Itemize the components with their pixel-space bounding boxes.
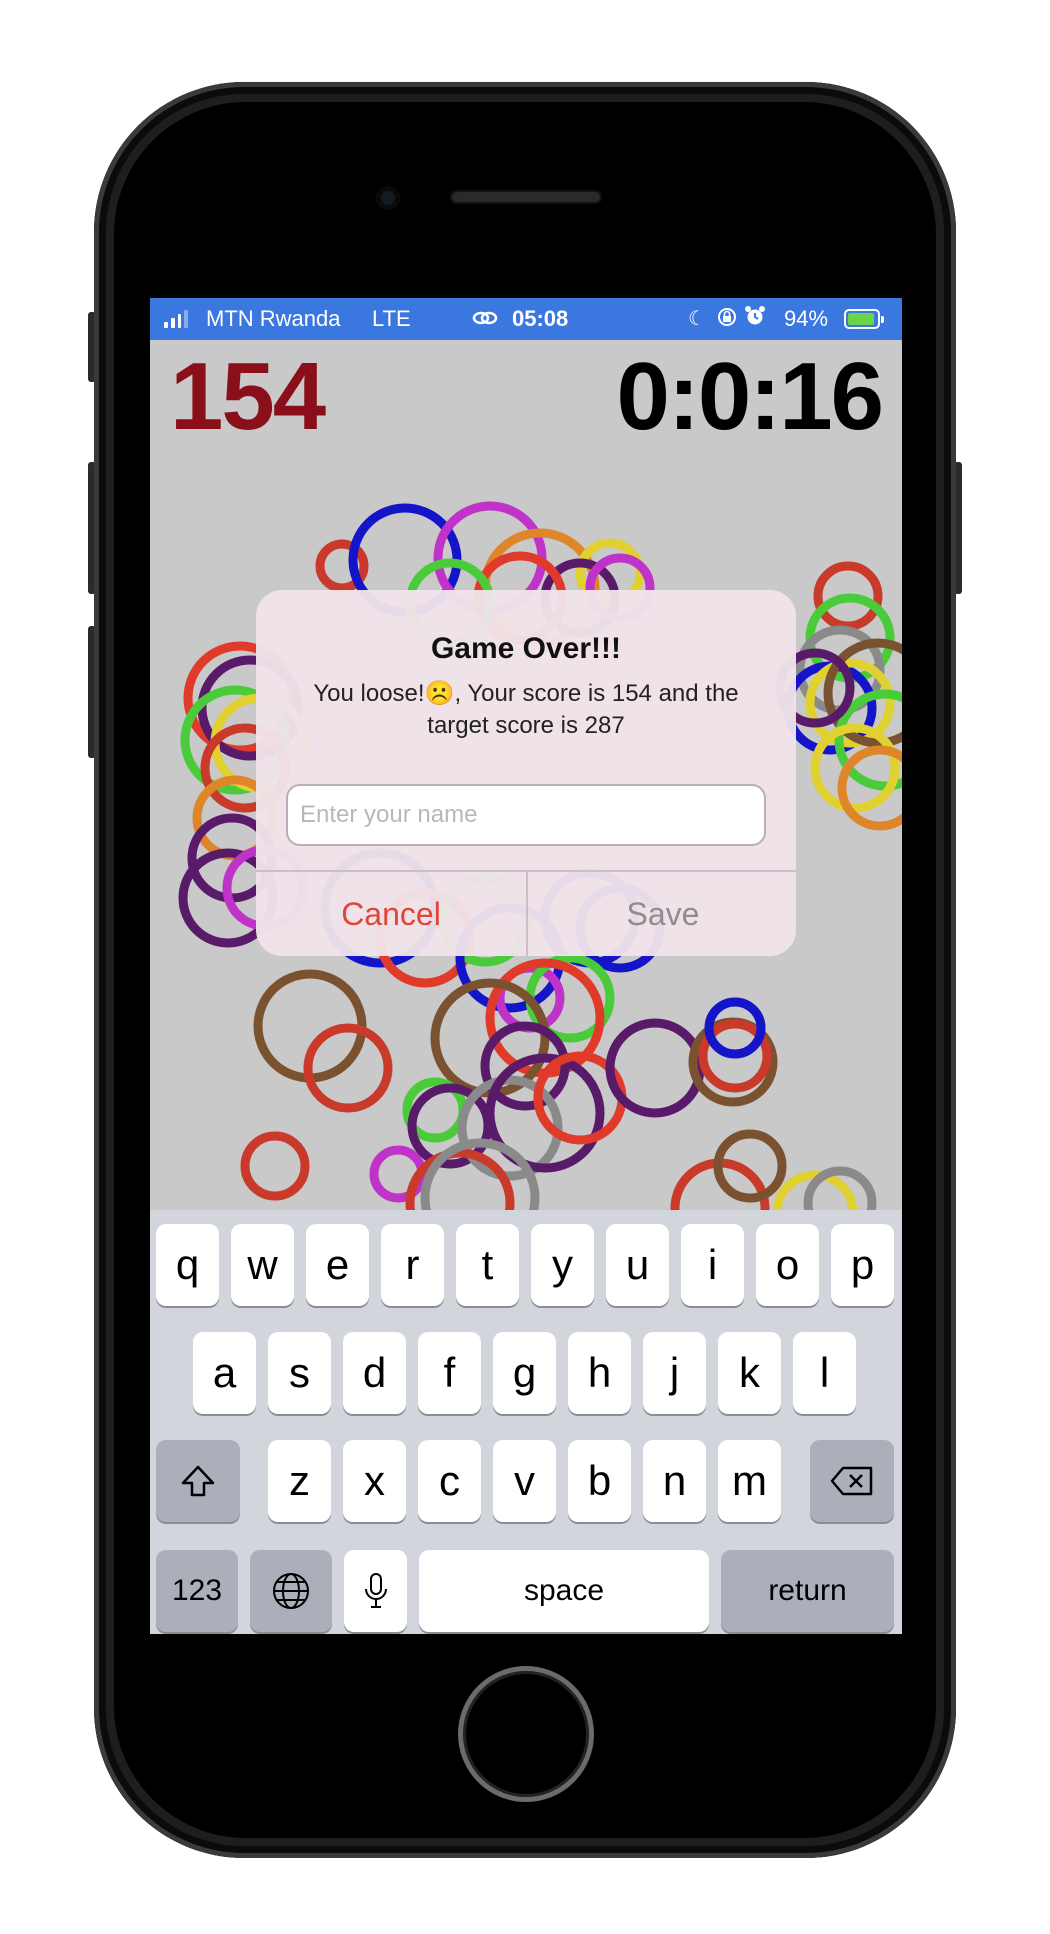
status-bar: MTN Rwanda LTE 05:08 ☾ 94%	[150, 298, 902, 340]
key-w[interactable]: w	[231, 1224, 294, 1306]
shift-icon	[181, 1465, 215, 1497]
key-m[interactable]: m	[718, 1440, 781, 1522]
key-q[interactable]: q	[156, 1224, 219, 1306]
numbers-key[interactable]: 123	[156, 1550, 238, 1632]
dialog-title: Game Over!!!	[430, 632, 622, 665]
network-type: LTE	[372, 306, 411, 331]
key-o[interactable]: o	[756, 1224, 819, 1306]
signal-icon	[164, 310, 188, 328]
front-camera	[376, 186, 400, 210]
key-v[interactable]: v	[493, 1440, 556, 1522]
key-e[interactable]: e	[306, 1224, 369, 1306]
battery-percent: 94%	[784, 306, 829, 331]
return-key[interactable]: return	[721, 1550, 894, 1632]
key-r[interactable]: r	[381, 1224, 444, 1306]
key-l[interactable]: l	[793, 1332, 856, 1414]
save-button[interactable]: Save	[528, 872, 796, 956]
key-j[interactable]: j	[643, 1332, 706, 1414]
battery-charging-icon	[844, 309, 884, 329]
keyboard: q w e r t y u i o p a s d f g h j k l z …	[150, 1210, 902, 1634]
carrier-name: MTN Rwanda	[206, 306, 341, 331]
game-circle	[240, 1131, 310, 1201]
key-u[interactable]: u	[606, 1224, 669, 1306]
key-p[interactable]: p	[831, 1224, 894, 1306]
game-over-dialog: Game Over!!! You loose!☹️, Your score is…	[256, 590, 796, 956]
key-s[interactable]: s	[268, 1332, 331, 1414]
game-circle	[605, 1018, 705, 1118]
key-y[interactable]: y	[531, 1224, 594, 1306]
app-screen: MTN Rwanda LTE 05:08 ☾ 94% 154 0:0:16 Ga…	[150, 298, 902, 1634]
alarm-icon	[744, 305, 766, 333]
key-g[interactable]: g	[493, 1332, 556, 1414]
key-k[interactable]: k	[718, 1332, 781, 1414]
cancel-button[interactable]: Cancel	[256, 872, 526, 956]
key-t[interactable]: t	[456, 1224, 519, 1306]
key-c[interactable]: c	[418, 1440, 481, 1522]
delete-key[interactable]	[810, 1440, 894, 1522]
name-input[interactable]	[286, 784, 766, 846]
shift-key[interactable]	[156, 1440, 240, 1522]
key-z[interactable]: z	[268, 1440, 331, 1522]
timer-display: 0:0:16	[616, 343, 884, 450]
game-circle	[303, 1023, 393, 1113]
globe-icon	[273, 1573, 309, 1609]
dialog-message: You loose!☹️, Your score is 154 and the …	[313, 680, 739, 739]
microphone-key[interactable]	[344, 1550, 407, 1632]
orientation-lock-icon	[716, 306, 738, 334]
key-b[interactable]: b	[568, 1440, 631, 1522]
key-d[interactable]: d	[343, 1332, 406, 1414]
key-x[interactable]: x	[343, 1440, 406, 1522]
microphone-icon	[364, 1573, 387, 1608]
globe-key[interactable]	[250, 1550, 332, 1632]
game-circle	[457, 1075, 563, 1181]
moon-icon: ☾	[688, 308, 706, 330]
key-f[interactable]: f	[418, 1332, 481, 1414]
delete-icon	[830, 1466, 873, 1496]
status-time: 05:08	[512, 306, 569, 331]
key-h[interactable]: h	[568, 1332, 631, 1414]
space-key[interactable]: space	[419, 1550, 709, 1632]
link-icon	[472, 308, 498, 334]
score-display: 154	[170, 343, 326, 450]
key-i[interactable]: i	[681, 1224, 744, 1306]
key-a[interactable]: a	[193, 1332, 256, 1414]
earpiece-speaker	[450, 190, 602, 204]
home-button[interactable]	[458, 1666, 594, 1802]
key-n[interactable]: n	[643, 1440, 706, 1522]
